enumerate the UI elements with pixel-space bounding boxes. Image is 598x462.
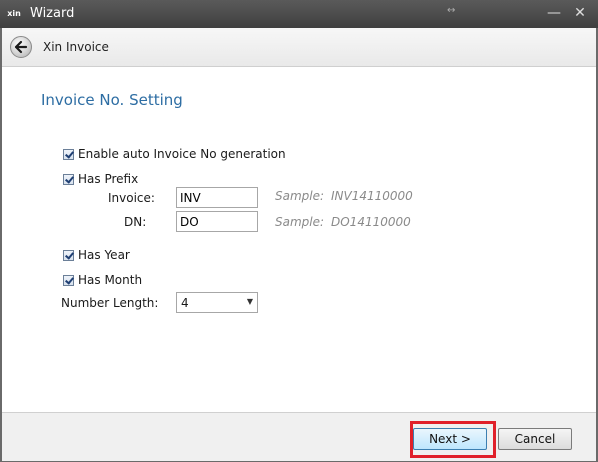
dn-prefix-input[interactable] (176, 211, 258, 232)
has-prefix-label: Has Prefix (78, 172, 139, 186)
wizard-content: Invoice No. Setting Enable auto Invoice … (2, 67, 596, 412)
minimize-button[interactable]: — (544, 4, 564, 22)
number-length-label: Number Length: (61, 296, 159, 310)
app-name: Xin Invoice (43, 40, 109, 54)
back-arrow-icon (14, 40, 28, 54)
back-button[interactable] (10, 36, 32, 58)
invoice-sample-value: INV14110000 (331, 189, 413, 203)
enable-auto-checkbox[interactable] (63, 148, 74, 160)
wizard-window: xin Wizard ↔ — ✕ Xin Invoice Invoice No.… (0, 0, 598, 462)
has-year-checkbox-row[interactable]: Has Year (63, 248, 130, 262)
has-month-checkbox-row[interactable]: Has Month (63, 273, 142, 287)
dn-label: DN: (124, 215, 147, 229)
close-button[interactable]: ✕ (570, 4, 590, 22)
dn-sample-label: Sample: (275, 215, 325, 229)
cancel-button[interactable]: Cancel (498, 428, 572, 450)
window-title: Wizard (30, 6, 75, 21)
enable-auto-label: Enable auto Invoice No generation (78, 147, 286, 161)
wizard-header: Xin Invoice (2, 28, 596, 67)
has-prefix-checkbox[interactable] (63, 173, 74, 185)
invoice-sample-label: Sample: (275, 189, 325, 203)
title-bar[interactable]: xin Wizard ↔ — ✕ (0, 0, 598, 28)
next-button-highlight (410, 421, 496, 458)
app-icon: xin (7, 9, 21, 18)
has-year-label: Has Year (78, 248, 130, 262)
enable-auto-checkbox-row[interactable]: Enable auto Invoice No generation (63, 147, 286, 161)
number-length-dropdown[interactable]: 4 ▼ (176, 292, 258, 313)
invoice-prefix-input[interactable] (176, 187, 258, 208)
has-year-checkbox[interactable] (63, 249, 74, 261)
has-prefix-checkbox-row[interactable]: Has Prefix (63, 172, 138, 186)
has-month-label: Has Month (78, 273, 143, 287)
number-length-value: 4 (181, 296, 189, 310)
resize-grip-icon: ↔ (447, 5, 456, 16)
has-month-checkbox[interactable] (63, 274, 74, 286)
invoice-label: Invoice: (108, 191, 155, 205)
dn-sample-value: DO14110000 (331, 215, 411, 229)
page-title: Invoice No. Setting (41, 91, 183, 109)
wizard-footer: Next > Cancel (2, 412, 596, 461)
chevron-down-icon: ▼ (246, 297, 253, 306)
